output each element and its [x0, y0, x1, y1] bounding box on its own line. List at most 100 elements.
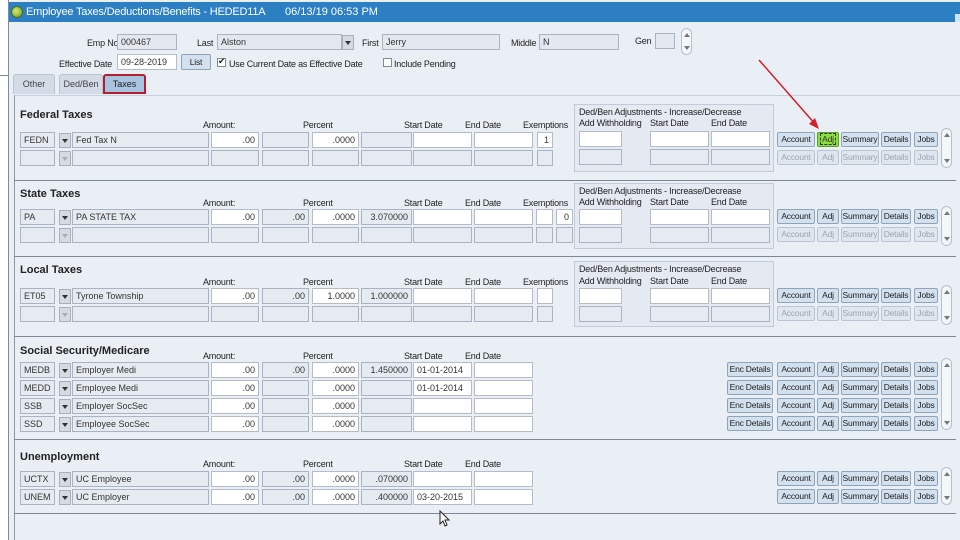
tax-code-field[interactable]: FEDN	[20, 132, 55, 148]
add-withholding-field[interactable]	[579, 227, 622, 243]
summary-button[interactable]: Summary	[841, 471, 879, 486]
summary-button[interactable]: Summary	[841, 132, 879, 147]
tax-code-dropdown-icon[interactable]	[59, 210, 71, 225]
enc-details-button[interactable]: Enc Details	[727, 416, 773, 431]
adj-button[interactable]: Adj	[817, 416, 839, 431]
exemptions-field[interactable]	[536, 209, 553, 225]
start-date-field[interactable]: 01-01-2014	[413, 380, 472, 396]
list-button[interactable]: List	[181, 54, 211, 70]
tax-code-dropdown-icon[interactable]	[59, 289, 71, 304]
summary-button[interactable]: Summary	[841, 306, 879, 321]
maximize-icon[interactable]	[955, 14, 960, 22]
start-date-field[interactable]	[413, 132, 472, 148]
percent-field[interactable]: .0000	[312, 489, 359, 505]
summary-button[interactable]: Summary	[841, 362, 879, 377]
summary-button[interactable]: Summary	[841, 209, 879, 224]
amount-field[interactable]	[211, 306, 259, 322]
tax-code-dropdown-icon[interactable]	[59, 472, 71, 487]
add-withholding-field[interactable]	[579, 131, 622, 147]
tax-code-dropdown-icon[interactable]	[59, 490, 71, 505]
amount-field[interactable]: .00	[211, 362, 259, 378]
percent-field[interactable]: .0000	[312, 362, 359, 378]
account-button[interactable]: Account	[777, 288, 815, 303]
spinner-up-icon[interactable]	[684, 33, 690, 37]
tax-code-field[interactable]: UNEM	[20, 489, 55, 505]
adj-end-date-field[interactable]	[711, 209, 770, 225]
exemptions-field[interactable]: 0	[556, 209, 573, 225]
details-button[interactable]: Details	[881, 306, 911, 321]
tab-ded-ben[interactable]: Ded/Ben	[59, 74, 103, 94]
gen-spinner[interactable]	[681, 28, 692, 55]
scroll-down-icon[interactable]	[944, 496, 950, 500]
percent-field[interactable]: .0000	[312, 132, 359, 148]
end-date-field[interactable]	[474, 306, 533, 322]
account-button[interactable]: Account	[777, 150, 815, 165]
account-button[interactable]: Account	[777, 227, 815, 242]
details-button[interactable]: Details	[881, 132, 911, 147]
adj-button[interactable]: Adj	[817, 132, 839, 147]
details-button[interactable]: Details	[881, 362, 911, 377]
percent-field[interactable]: .0000	[312, 416, 359, 432]
adj-button[interactable]: Adj	[817, 398, 839, 413]
last-name-dropdown-icon[interactable]	[342, 35, 354, 50]
add-withholding-field[interactable]	[579, 288, 622, 304]
start-date-field[interactable]	[413, 209, 472, 225]
scroll-up-icon[interactable]	[944, 363, 950, 367]
percent-field[interactable]: .0000	[312, 471, 359, 487]
tax-code-dropdown-icon[interactable]	[59, 363, 71, 378]
exemptions-field[interactable]	[537, 288, 553, 304]
tax-code-dropdown-icon[interactable]	[59, 399, 71, 414]
amount-field[interactable]: .00	[211, 132, 259, 148]
adj-end-date-field[interactable]	[711, 306, 770, 322]
end-date-field[interactable]	[474, 362, 533, 378]
adj-button[interactable]: Adj	[817, 380, 839, 395]
include-pending-checkbox[interactable]	[383, 58, 392, 67]
enc-details-button[interactable]: Enc Details	[727, 362, 773, 377]
tax-code-field[interactable]: MEDB	[20, 362, 55, 378]
scroll-down-icon[interactable]	[944, 159, 950, 163]
account-button[interactable]: Account	[777, 362, 815, 377]
account-button[interactable]: Account	[777, 398, 815, 413]
scroll-up-icon[interactable]	[944, 472, 950, 476]
account-button[interactable]: Account	[777, 209, 815, 224]
adj-button[interactable]: Adj	[817, 306, 839, 321]
first-name-field[interactable]: Jerry	[382, 34, 500, 50]
percent-field[interactable]: .0000	[312, 380, 359, 396]
adj-start-date-field[interactable]	[650, 288, 709, 304]
adj-button[interactable]: Adj	[817, 209, 839, 224]
jobs-button[interactable]: Jobs	[914, 398, 938, 413]
account-button[interactable]: Account	[777, 132, 815, 147]
jobs-button[interactable]: Jobs	[914, 416, 938, 431]
exemptions-field[interactable]	[536, 227, 553, 243]
account-button[interactable]: Account	[777, 416, 815, 431]
end-date-field[interactable]	[474, 416, 533, 432]
adj-end-date-field[interactable]	[711, 227, 770, 243]
details-button[interactable]: Details	[881, 150, 911, 165]
jobs-button[interactable]: Jobs	[914, 227, 938, 242]
details-button[interactable]: Details	[881, 398, 911, 413]
summary-button[interactable]: Summary	[841, 416, 879, 431]
use-current-date-checkbox[interactable]	[217, 56, 226, 67]
percent-field[interactable]	[312, 150, 359, 166]
adj-button[interactable]: Adj	[817, 288, 839, 303]
end-date-field[interactable]	[474, 288, 533, 304]
tax-code-dropdown-icon[interactable]	[59, 151, 71, 166]
amount-field[interactable]: .00	[211, 471, 259, 487]
amount-field[interactable]	[211, 150, 259, 166]
jobs-button[interactable]: Jobs	[914, 150, 938, 165]
end-date-field[interactable]	[474, 209, 533, 225]
add-withholding-field[interactable]	[579, 209, 622, 225]
tax-code-dropdown-icon[interactable]	[59, 381, 71, 396]
tax-code-field[interactable]: UCTX	[20, 471, 55, 487]
jobs-button[interactable]: Jobs	[914, 489, 938, 504]
summary-button[interactable]: Summary	[841, 288, 879, 303]
start-date-field[interactable]: 01-01-2014	[413, 362, 472, 378]
effective-date-field[interactable]: 09-28-2019	[117, 54, 177, 70]
adj-end-date-field[interactable]	[711, 131, 770, 147]
adj-button[interactable]: Adj	[817, 489, 839, 504]
percent-field[interactable]	[312, 306, 359, 322]
jobs-button[interactable]: Jobs	[914, 306, 938, 321]
adj-button[interactable]: Adj	[817, 227, 839, 242]
scroll-up-icon[interactable]	[944, 290, 950, 294]
middle-name-field[interactable]: N	[539, 34, 619, 50]
